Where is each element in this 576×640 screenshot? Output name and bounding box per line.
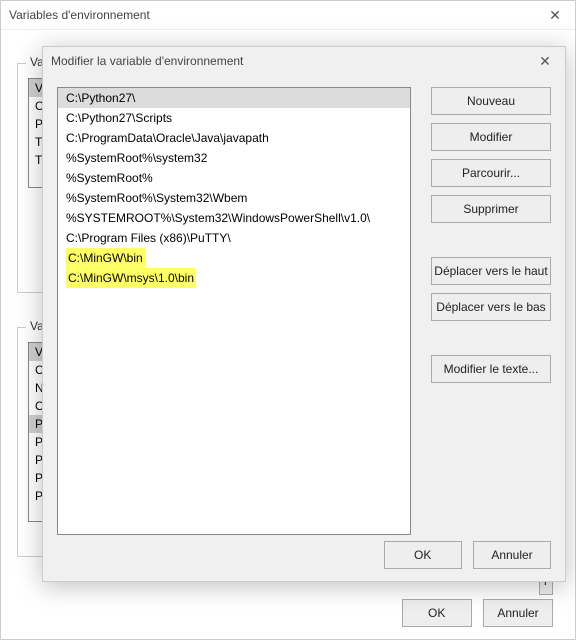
edit-text-button[interactable]: Modifier le texte... bbox=[431, 355, 551, 383]
path-entry[interactable]: C:\ProgramData\Oracle\Java\javapath bbox=[58, 128, 410, 148]
ok-button[interactable]: OK bbox=[402, 599, 472, 627]
cancel-button[interactable]: Annuler bbox=[473, 541, 551, 569]
env-vars-title: Variables d'environnement bbox=[9, 8, 150, 22]
path-entry[interactable]: C:\Python27\Scripts bbox=[58, 108, 410, 128]
path-entry[interactable]: C:\Program Files (x86)\PuTTY\ bbox=[58, 228, 410, 248]
close-icon[interactable]: ✕ bbox=[525, 47, 565, 75]
side-buttons: Nouveau Modifier Parcourir... Supprimer … bbox=[431, 87, 551, 391]
path-entry[interactable]: C:\MinGW\msys\1.0\bin bbox=[66, 268, 196, 288]
dialog-footer: OK Annuler bbox=[376, 541, 551, 569]
path-entry[interactable]: %SystemRoot% bbox=[58, 168, 410, 188]
path-entry[interactable]: %SYSTEMROOT%\System32\WindowsPowerShell\… bbox=[58, 208, 410, 228]
edit-env-var-titlebar: Modifier la variable d'environnement ✕ bbox=[43, 47, 565, 75]
edit-env-var-title: Modifier la variable d'environnement bbox=[51, 54, 243, 68]
path-entry[interactable]: %SystemRoot%\system32 bbox=[58, 148, 410, 168]
browse-button[interactable]: Parcourir... bbox=[431, 159, 551, 187]
path-entry[interactable]: C:\Python27\ bbox=[58, 88, 410, 108]
path-entry[interactable]: %SystemRoot%\System32\Wbem bbox=[58, 188, 410, 208]
move-down-button[interactable]: Déplacer vers le bas bbox=[431, 293, 551, 321]
ok-button[interactable]: OK bbox=[384, 541, 462, 569]
cancel-button[interactable]: Annuler bbox=[483, 599, 553, 627]
path-entries-list[interactable]: C:\Python27\C:\Python27\ScriptsC:\Progra… bbox=[57, 87, 411, 535]
move-up-button[interactable]: Déplacer vers le haut bbox=[431, 257, 551, 285]
edit-env-var-dialog: Modifier la variable d'environnement ✕ C… bbox=[42, 46, 566, 582]
path-entry[interactable]: C:\MinGW\bin bbox=[66, 248, 145, 268]
edit-button[interactable]: Modifier bbox=[431, 123, 551, 151]
close-icon[interactable]: ✕ bbox=[535, 1, 575, 29]
new-button[interactable]: Nouveau bbox=[431, 87, 551, 115]
env-vars-titlebar: Variables d'environnement ✕ bbox=[1, 1, 575, 30]
delete-button[interactable]: Supprimer bbox=[431, 195, 551, 223]
